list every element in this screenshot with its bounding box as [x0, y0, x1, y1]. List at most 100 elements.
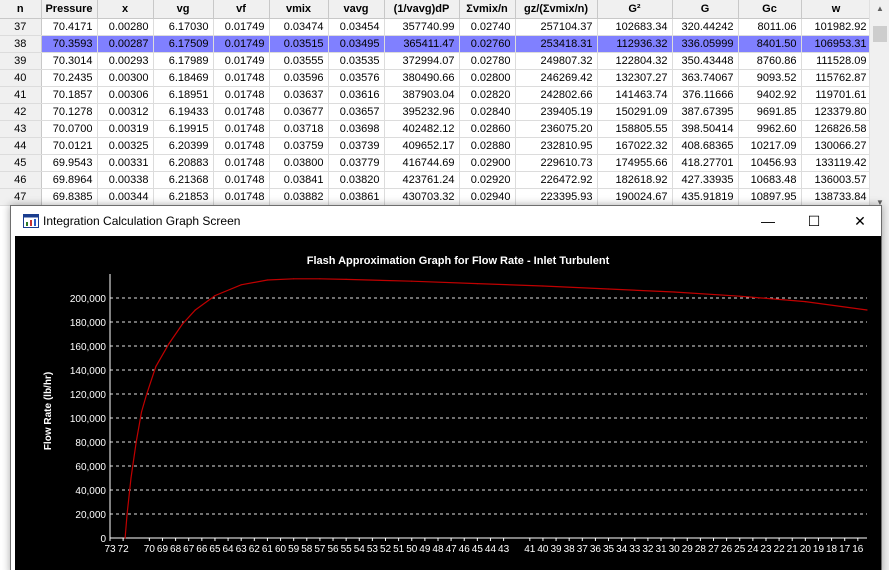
column-header[interactable]: n: [0, 0, 42, 19]
table-cell[interactable]: 0.03841: [269, 171, 329, 189]
table-cell[interactable]: 70.3593: [41, 35, 98, 53]
table-cell[interactable]: 0.03637: [269, 86, 329, 104]
table-cell[interactable]: 0.03495: [328, 35, 385, 53]
table-cell[interactable]: 246269.42: [515, 69, 598, 87]
table-cell[interactable]: 182618.92: [597, 171, 673, 189]
table-cell[interactable]: 0.00306: [97, 86, 154, 104]
table-cell[interactable]: 70.1278: [41, 103, 98, 121]
table-cell[interactable]: 0.03800: [269, 154, 329, 172]
table-cell[interactable]: 136003.57: [801, 171, 872, 189]
table-cell[interactable]: 0.03535: [328, 52, 385, 70]
table-cell[interactable]: 6.17989: [153, 52, 214, 70]
table-row[interactable]: 44 70.0121 0.00325 6.20399 0.01748 0.03759 0.0…: [0, 137, 872, 155]
table-cell[interactable]: 418.27701: [672, 154, 739, 172]
table-cell[interactable]: 223395.93: [515, 188, 598, 206]
table-row[interactable]: 38 70.3593 0.00287 6.17509 0.01749 0.03515 0.0…: [0, 35, 872, 53]
table-cell[interactable]: 0.02780: [459, 52, 516, 70]
column-header[interactable]: Gc: [738, 0, 802, 19]
table-row[interactable]: 41 70.1857 0.00306 6.18951 0.01748 0.03637 0.0…: [0, 86, 872, 104]
table-cell[interactable]: 0.00287: [97, 35, 154, 53]
table-cell[interactable]: 70.0700: [41, 120, 98, 138]
table-cell[interactable]: 430703.32: [384, 188, 460, 206]
table-cell[interactable]: 9962.60: [738, 120, 802, 138]
row-number-cell[interactable]: 43: [0, 120, 42, 138]
table-cell[interactable]: 0.02840: [459, 103, 516, 121]
table-cell[interactable]: 0.03698: [328, 120, 385, 138]
table-cell[interactable]: 0.01749: [213, 52, 270, 70]
table-cell[interactable]: 69.9543: [41, 154, 98, 172]
table-cell[interactable]: 9691.85: [738, 103, 802, 121]
table-row[interactable]: 42 70.1278 0.00312 6.19433 0.01748 0.03677 0.0…: [0, 103, 872, 121]
table-cell[interactable]: 0.03596: [269, 69, 329, 87]
table-cell[interactable]: 9402.92: [738, 86, 802, 104]
table-cell[interactable]: 372994.07: [384, 52, 460, 70]
table-cell[interactable]: 0.03657: [328, 103, 385, 121]
table-cell[interactable]: 150291.09: [597, 103, 673, 121]
table-cell[interactable]: 10897.95: [738, 188, 802, 206]
column-header[interactable]: G²: [597, 0, 673, 19]
table-cell[interactable]: 0.02760: [459, 35, 516, 53]
row-number-cell[interactable]: 45: [0, 154, 42, 172]
table-cell[interactable]: 0.00280: [97, 18, 154, 36]
table-cell[interactable]: 0.03820: [328, 171, 385, 189]
table-cell[interactable]: 0.00293: [97, 52, 154, 70]
table-cell[interactable]: 8011.06: [738, 18, 802, 36]
column-header[interactable]: Pressure: [41, 0, 98, 19]
scroll-up-icon[interactable]: ▲: [870, 0, 889, 17]
table-cell[interactable]: 0.00300: [97, 69, 154, 87]
table-cell[interactable]: 70.2435: [41, 69, 98, 87]
table-cell[interactable]: 0.02740: [459, 18, 516, 36]
table-cell[interactable]: 0.03474: [269, 18, 329, 36]
window-titlebar[interactable]: Integration Calculation Graph Screen — ☐…: [11, 206, 881, 236]
column-header[interactable]: w: [801, 0, 872, 19]
table-cell[interactable]: 0.01748: [213, 69, 270, 87]
table-cell[interactable]: 70.3014: [41, 52, 98, 70]
table-cell[interactable]: 376.11666: [672, 86, 739, 104]
table-cell[interactable]: 380490.66: [384, 69, 460, 87]
row-number-cell[interactable]: 47: [0, 188, 42, 206]
table-cell[interactable]: 232810.95: [515, 137, 598, 155]
table-cell[interactable]: 6.20883: [153, 154, 214, 172]
table-cell[interactable]: 122804.32: [597, 52, 673, 70]
row-number-cell[interactable]: 42: [0, 103, 42, 121]
table-cell[interactable]: 229610.73: [515, 154, 598, 172]
table-cell[interactable]: 0.02940: [459, 188, 516, 206]
column-header[interactable]: gz/(Σvmix/n): [515, 0, 598, 19]
table-cell[interactable]: 0.03677: [269, 103, 329, 121]
table-cell[interactable]: 320.44242: [672, 18, 739, 36]
table-cell[interactable]: 0.01749: [213, 35, 270, 53]
table-cell[interactable]: 6.17030: [153, 18, 214, 36]
table-cell[interactable]: 226472.92: [515, 171, 598, 189]
table-row[interactable]: 46 69.8964 0.00338 6.21368 0.01748 0.03841 0.0…: [0, 171, 872, 189]
table-cell[interactable]: 126826.58: [801, 120, 872, 138]
table-cell[interactable]: 111528.09: [801, 52, 872, 70]
table-cell[interactable]: 10683.48: [738, 171, 802, 189]
table-cell[interactable]: 6.19433: [153, 103, 214, 121]
table-cell[interactable]: 0.00312: [97, 103, 154, 121]
table-cell[interactable]: 106953.31: [801, 35, 872, 53]
table-cell[interactable]: 242802.66: [515, 86, 598, 104]
table-cell[interactable]: 0.03555: [269, 52, 329, 70]
column-header[interactable]: Σvmix/n: [459, 0, 516, 19]
table-cell[interactable]: 69.8385: [41, 188, 98, 206]
table-cell[interactable]: 0.01748: [213, 86, 270, 104]
table-cell[interactable]: 395232.96: [384, 103, 460, 121]
table-cell[interactable]: 0.03454: [328, 18, 385, 36]
table-cell[interactable]: 123379.80: [801, 103, 872, 121]
table-cell[interactable]: 133119.42: [801, 154, 872, 172]
table-cell[interactable]: 0.02820: [459, 86, 516, 104]
row-number-cell[interactable]: 40: [0, 69, 42, 87]
table-cell[interactable]: 101982.92: [801, 18, 872, 36]
table-cell[interactable]: 141463.74: [597, 86, 673, 104]
table-cell[interactable]: 409652.17: [384, 137, 460, 155]
table-cell[interactable]: 416744.69: [384, 154, 460, 172]
table-row[interactable]: 39 70.3014 0.00293 6.17989 0.01749 0.03555 0.0…: [0, 52, 872, 70]
table-cell[interactable]: 363.74067: [672, 69, 739, 87]
table-cell[interactable]: 435.91819: [672, 188, 739, 206]
row-number-cell[interactable]: 38: [0, 35, 42, 53]
table-cell[interactable]: 132307.27: [597, 69, 673, 87]
table-cell[interactable]: 0.03861: [328, 188, 385, 206]
table-cell[interactable]: 357740.99: [384, 18, 460, 36]
table-cell[interactable]: 0.02860: [459, 120, 516, 138]
table-cell[interactable]: 427.33935: [672, 171, 739, 189]
